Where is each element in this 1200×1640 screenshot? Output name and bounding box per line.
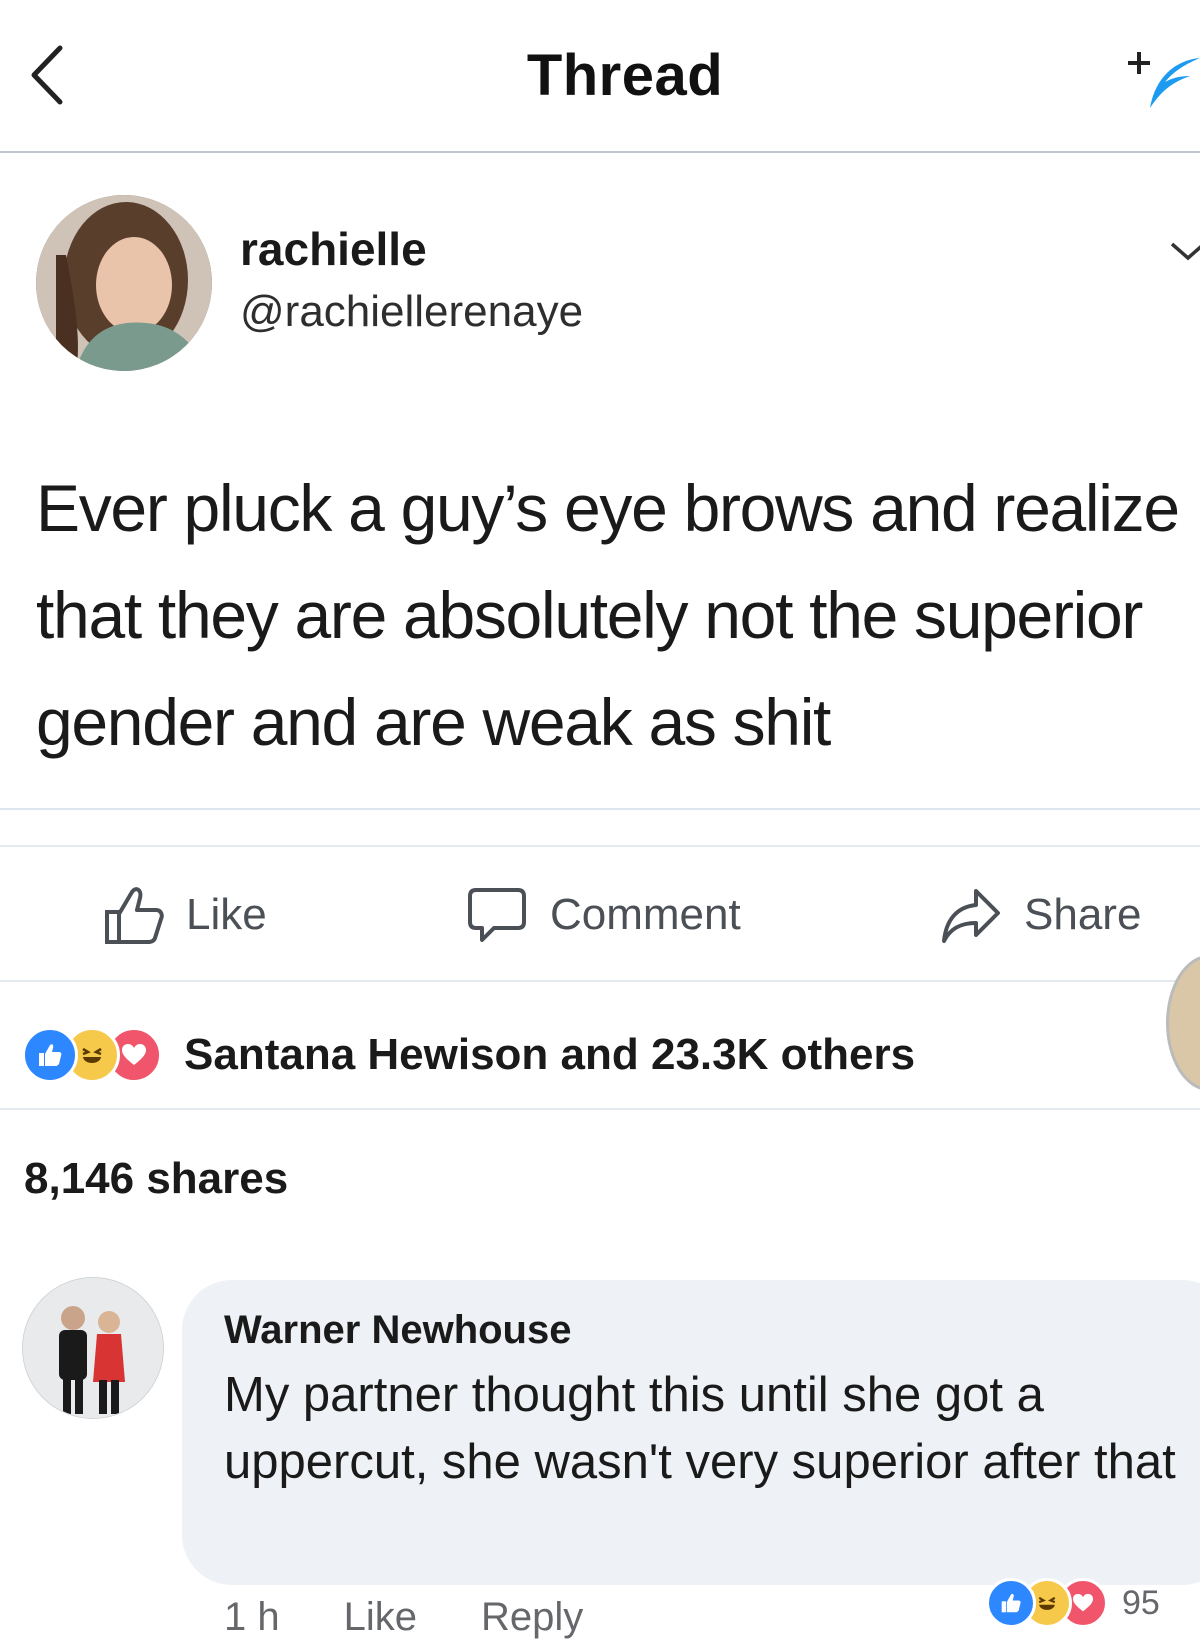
comment-author[interactable]: Warner Newhouse — [224, 1308, 571, 1353]
profile-photo-icon — [36, 195, 212, 371]
divider — [0, 980, 1200, 982]
profile-photo-icon — [23, 1278, 163, 1418]
like-reaction-icon — [986, 1578, 1036, 1628]
share-arrow-icon — [942, 889, 1000, 943]
author-avatar[interactable] — [36, 195, 212, 371]
shares-count[interactable]: 8,146 shares — [24, 1154, 288, 1204]
speech-bubble-icon — [468, 888, 526, 942]
chevron-down-icon — [1170, 242, 1200, 261]
divider — [0, 808, 1200, 810]
author-handle: @rachiellerenaye — [240, 287, 584, 336]
comment-button[interactable]: Comment — [466, 880, 741, 950]
new-post-button[interactable] — [1120, 38, 1200, 128]
share-label: Share — [1024, 890, 1142, 939]
comment-label: Comment — [550, 890, 741, 939]
like-button[interactable]: Like — [104, 880, 267, 950]
reactions-summary[interactable]: Santana Hewison and 23.3K others — [22, 1025, 915, 1085]
comment-meta: 1 h Like Reply — [224, 1595, 583, 1640]
thumbs-up-icon — [105, 887, 164, 944]
compose-feather-icon — [1128, 52, 1200, 108]
author-name[interactable]: rachielle — [240, 222, 427, 276]
post-text: Ever pluck a guy’s eye brows and realize… — [36, 471, 1180, 759]
partial-avatar — [1166, 955, 1200, 1091]
page-title: Thread — [526, 43, 724, 108]
comment-like-link[interactable]: Like — [344, 1595, 417, 1640]
reactions-summary-text: Santana Hewison and 23.3K others — [184, 1030, 916, 1079]
comment-reactions[interactable]: 95 — [986, 1578, 1160, 1628]
comment-reaction-count: 95 — [1122, 1583, 1160, 1622]
post-options-button[interactable] — [1168, 232, 1200, 272]
header-divider — [0, 151, 1200, 153]
like-reaction-icon — [22, 1027, 78, 1083]
comment-time[interactable]: 1 h — [224, 1595, 280, 1640]
divider — [0, 845, 1200, 847]
share-button[interactable]: Share — [940, 880, 1141, 950]
like-label: Like — [186, 890, 267, 939]
comment-text: My partner thought this until she got a … — [224, 1368, 1176, 1489]
commenter-avatar[interactable] — [22, 1277, 164, 1419]
comment-reply-link[interactable]: Reply — [481, 1595, 583, 1640]
divider — [0, 1108, 1200, 1110]
